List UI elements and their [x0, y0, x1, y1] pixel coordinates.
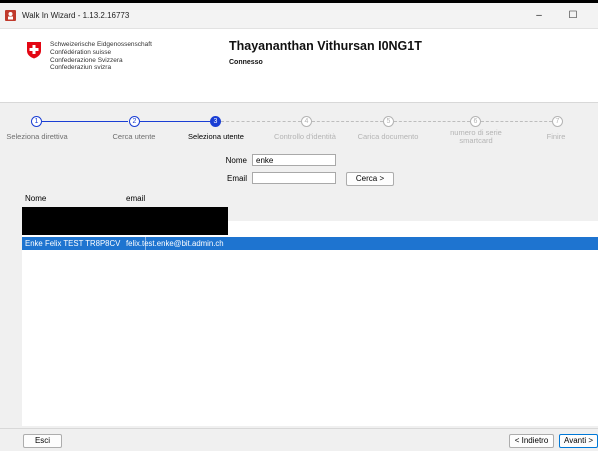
row-name-cell: Enke Felix TEST TR8P8CV	[25, 239, 121, 248]
row-email-cell: felix.test.enke@bit.admin.ch	[126, 239, 224, 248]
step-4-label: Controllo d'identità	[274, 132, 336, 141]
maximize-button[interactable]: ☐	[561, 6, 585, 25]
step-3-label: Seleziona utente	[188, 132, 244, 141]
back-button[interactable]: < Indietro	[509, 434, 554, 448]
step-connector	[394, 121, 470, 122]
step-connector	[312, 121, 383, 122]
step-2-label: Cerca utente	[112, 132, 156, 141]
email-input[interactable]	[252, 172, 336, 184]
minimize-button[interactable]: –	[527, 6, 551, 25]
footer-bar: Esci < Indietro Avanti >	[0, 428, 598, 451]
step-connector	[42, 121, 128, 122]
results-grid[interactable]	[22, 221, 598, 426]
step-3-indicator: 3	[210, 116, 221, 127]
swiss-shield-icon	[27, 42, 41, 59]
table-row[interactable]: Enke Felix TEST TR8P8CV felix.test.enke@…	[22, 237, 598, 250]
column-header-name[interactable]: Nome	[25, 194, 46, 203]
exit-button[interactable]: Esci	[23, 434, 62, 448]
app-header: Schweizerische Eidgenossenschaft Confédé…	[0, 29, 598, 102]
column-header-email[interactable]: email	[126, 194, 145, 203]
confederation-line-it: Confederazione Svizzera	[50, 56, 123, 64]
name-input[interactable]	[252, 154, 336, 166]
email-label: Email	[226, 174, 247, 183]
step-1-indicator: 1	[31, 116, 42, 127]
name-label: Nome	[225, 156, 247, 165]
confederation-text: Schweizerische Eidgenossenschaft Confédé…	[50, 41, 152, 72]
step-5-label: Carica documento	[357, 132, 419, 141]
user-name: Thayananthan Vithursan I0NG1T	[229, 39, 422, 53]
next-button[interactable]: Avanti >	[559, 434, 598, 448]
search-button[interactable]: Cerca >	[346, 172, 394, 186]
step-connector	[481, 121, 552, 122]
step-connector	[221, 121, 301, 122]
results-header: Nome email	[0, 191, 598, 205]
app-icon	[5, 10, 16, 21]
connection-status: Connesso	[229, 59, 263, 66]
step-6-indicator: 6	[470, 116, 481, 127]
step-7-label: Finire	[546, 132, 566, 141]
step-6-label: numero di serie smartcard	[450, 128, 502, 145]
step-7-indicator: 7	[552, 116, 563, 127]
confederation-line-fr: Confédération suisse	[50, 48, 112, 56]
confederation-line-rm: Confederaziun svizra	[50, 64, 112, 72]
wizard-content: 1 2 3 4 5 6 7 Seleziona direttiva Cerca …	[0, 102, 598, 429]
title-bar: Walk In Wizard - 1.13.2.16773 – ☐ ✕	[0, 3, 598, 29]
window-title: Walk In Wizard - 1.13.2.16773	[22, 11, 130, 20]
close-button[interactable]: ✕	[592, 6, 598, 25]
step-4-indicator: 4	[301, 116, 312, 127]
confederation-line-de: Schweizerische Eidgenossenschaft	[50, 41, 152, 48]
redaction-block	[22, 207, 228, 235]
step-1-label: Seleziona direttiva	[6, 132, 68, 141]
step-2-indicator: 2	[129, 116, 140, 127]
step-5-indicator: 5	[383, 116, 394, 127]
step-connector	[140, 121, 210, 122]
